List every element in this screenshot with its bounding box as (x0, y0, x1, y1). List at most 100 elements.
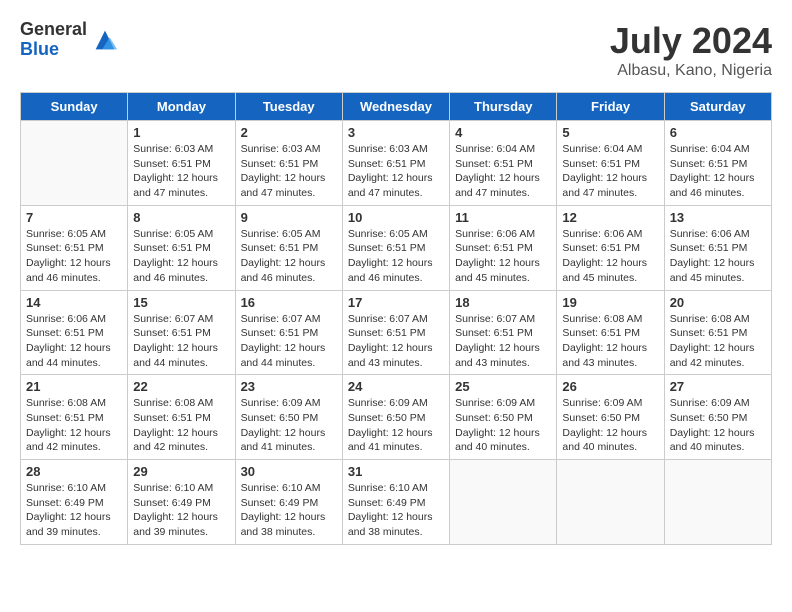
day-number: 9 (241, 210, 337, 225)
calendar-week-row: 7 Sunrise: 6:05 AMSunset: 6:51 PMDaylight… (21, 205, 772, 290)
day-info: Sunrise: 6:05 AMSunset: 6:51 PMDaylight:… (348, 227, 444, 286)
calendar-cell: 16Sunrise: 6:07 AMSunset: 6:51 PMDayligh… (235, 290, 342, 375)
calendar-cell: 31 Sunrise: 6:10 AMSunset: 6:49 PMDayligh… (342, 460, 449, 545)
day-info: Sunrise: 6:08 AMSunset: 6:51 PMDaylight:… (133, 396, 229, 455)
day-number: 13 (670, 210, 766, 225)
calendar-header-thursday: Thursday (450, 93, 557, 121)
calendar-cell (21, 121, 128, 206)
day-info: Sunrise: 6:03 AMSunset: 6:51 PMDaylight:… (241, 142, 337, 201)
day-number: 4 (455, 125, 551, 140)
calendar-cell: 10 Sunrise: 6:05 AMSunset: 6:51 PMDayligh… (342, 205, 449, 290)
calendar-cell: 24 Sunrise: 6:09 AMSunset: 6:50 PMDayligh… (342, 375, 449, 460)
logo: General Blue (20, 20, 119, 60)
day-number: 20 (670, 295, 766, 310)
calendar-cell (450, 460, 557, 545)
day-info: Sunrise: 6:03 AMSunset: 6:51 PMDaylight:… (133, 142, 229, 201)
calendar-week-row: 28Sunrise: 6:10 AMSunset: 6:49 PMDayligh… (21, 460, 772, 545)
calendar-header-row: SundayMondayTuesdayWednesdayThursdayFrid… (21, 93, 772, 121)
day-info: Sunrise: 6:09 AMSunset: 6:50 PMDaylight:… (348, 396, 444, 455)
calendar-cell: 12 Sunrise: 6:06 AMSunset: 6:51 PMDayligh… (557, 205, 664, 290)
calendar-week-row: 21 Sunrise: 6:08 AMSunset: 6:51 PMDayligh… (21, 375, 772, 460)
calendar-cell: 27 Sunrise: 6:09 AMSunset: 6:50 PMDayligh… (664, 375, 771, 460)
logo-general-text: General (20, 20, 87, 40)
day-number: 3 (348, 125, 444, 140)
day-info: Sunrise: 6:06 AMSunset: 6:51 PMDaylight:… (670, 227, 766, 286)
day-info: Sunrise: 6:05 AMSunset: 6:51 PMDaylight:… (26, 227, 122, 286)
day-number: 17 (348, 295, 444, 310)
day-info: Sunrise: 6:08 AMSunset: 6:51 PMDaylight:… (562, 312, 658, 371)
calendar-cell: 4 Sunrise: 6:04 AMSunset: 6:51 PMDaylight… (450, 121, 557, 206)
calendar-cell: 7 Sunrise: 6:05 AMSunset: 6:51 PMDaylight… (21, 205, 128, 290)
day-number: 10 (348, 210, 444, 225)
day-info: Sunrise: 6:10 AMSunset: 6:49 PMDaylight:… (241, 481, 337, 540)
calendar-cell: 26 Sunrise: 6:09 AMSunset: 6:50 PMDayligh… (557, 375, 664, 460)
title-section: July 2024 Albasu, Kano, Nigeria (610, 20, 772, 80)
day-info: Sunrise: 6:08 AMSunset: 6:51 PMDaylight:… (26, 396, 122, 455)
day-number: 14 (26, 295, 122, 310)
day-number: 24 (348, 379, 444, 394)
calendar-cell: 2 Sunrise: 6:03 AMSunset: 6:51 PMDaylight… (235, 121, 342, 206)
day-info: Sunrise: 6:05 AMSunset: 6:51 PMDaylight:… (241, 227, 337, 286)
day-info: Sunrise: 6:09 AMSunset: 6:50 PMDaylight:… (241, 396, 337, 455)
calendar-cell (664, 460, 771, 545)
calendar-cell: 15 Sunrise: 6:07 AMSunset: 6:51 PMDayligh… (128, 290, 235, 375)
day-number: 8 (133, 210, 229, 225)
calendar-header-tuesday: Tuesday (235, 93, 342, 121)
day-number: 1 (133, 125, 229, 140)
day-number: 23 (241, 379, 337, 394)
day-number: 29 (133, 464, 229, 479)
day-number: 27 (670, 379, 766, 394)
day-info: Sunrise: 6:09 AMSunset: 6:50 PMDaylight:… (670, 396, 766, 455)
day-number: 2 (241, 125, 337, 140)
day-number: 6 (670, 125, 766, 140)
day-number: 12 (562, 210, 658, 225)
month-year-title: July 2024 (610, 20, 772, 62)
calendar-header-sunday: Sunday (21, 93, 128, 121)
calendar-cell: 8 Sunrise: 6:05 AMSunset: 6:51 PMDaylight… (128, 205, 235, 290)
day-info: Sunrise: 6:06 AMSunset: 6:51 PMDaylight:… (455, 227, 551, 286)
day-info: Sunrise: 6:06 AMSunset: 6:51 PMDaylight:… (26, 312, 122, 371)
day-info: Sunrise: 6:05 AMSunset: 6:51 PMDaylight:… (133, 227, 229, 286)
calendar-cell: 3 Sunrise: 6:03 AMSunset: 6:51 PMDaylight… (342, 121, 449, 206)
calendar-cell: 6Sunrise: 6:04 AMSunset: 6:51 PMDaylight… (664, 121, 771, 206)
day-number: 18 (455, 295, 551, 310)
calendar-cell: 17 Sunrise: 6:07 AMSunset: 6:51 PMDayligh… (342, 290, 449, 375)
day-number: 21 (26, 379, 122, 394)
day-number: 11 (455, 210, 551, 225)
calendar-cell (557, 460, 664, 545)
day-info: Sunrise: 6:04 AMSunset: 6:51 PMDaylight:… (562, 142, 658, 201)
day-info: Sunrise: 6:07 AMSunset: 6:51 PMDaylight:… (455, 312, 551, 371)
calendar-cell: 22Sunrise: 6:08 AMSunset: 6:51 PMDayligh… (128, 375, 235, 460)
calendar-week-row: 1 Sunrise: 6:03 AMSunset: 6:51 PMDaylight… (21, 121, 772, 206)
day-number: 7 (26, 210, 122, 225)
day-info: Sunrise: 6:07 AMSunset: 6:51 PMDaylight:… (133, 312, 229, 371)
day-number: 25 (455, 379, 551, 394)
calendar-cell: 5Sunrise: 6:04 AMSunset: 6:51 PMDaylight… (557, 121, 664, 206)
day-number: 19 (562, 295, 658, 310)
day-number: 15 (133, 295, 229, 310)
location-text: Albasu, Kano, Nigeria (610, 62, 772, 80)
calendar-table: SundayMondayTuesdayWednesdayThursdayFrid… (20, 92, 772, 545)
day-info: Sunrise: 6:07 AMSunset: 6:51 PMDaylight:… (241, 312, 337, 371)
calendar-cell: 19 Sunrise: 6:08 AMSunset: 6:51 PMDayligh… (557, 290, 664, 375)
day-info: Sunrise: 6:10 AMSunset: 6:49 PMDaylight:… (348, 481, 444, 540)
calendar-cell: 23 Sunrise: 6:09 AMSunset: 6:50 PMDayligh… (235, 375, 342, 460)
day-info: Sunrise: 6:04 AMSunset: 6:51 PMDaylight:… (455, 142, 551, 201)
day-number: 31 (348, 464, 444, 479)
calendar-cell: 9 Sunrise: 6:05 AMSunset: 6:51 PMDaylight… (235, 205, 342, 290)
day-number: 26 (562, 379, 658, 394)
calendar-header-saturday: Saturday (664, 93, 771, 121)
calendar-cell: 1 Sunrise: 6:03 AMSunset: 6:51 PMDaylight… (128, 121, 235, 206)
day-info: Sunrise: 6:03 AMSunset: 6:51 PMDaylight:… (348, 142, 444, 201)
day-info: Sunrise: 6:08 AMSunset: 6:51 PMDaylight:… (670, 312, 766, 371)
day-info: Sunrise: 6:06 AMSunset: 6:51 PMDaylight:… (562, 227, 658, 286)
calendar-cell: 21 Sunrise: 6:08 AMSunset: 6:51 PMDayligh… (21, 375, 128, 460)
day-info: Sunrise: 6:10 AMSunset: 6:49 PMDaylight:… (26, 481, 122, 540)
logo-blue-text: Blue (20, 40, 87, 60)
day-number: 30 (241, 464, 337, 479)
day-info: Sunrise: 6:09 AMSunset: 6:50 PMDaylight:… (562, 396, 658, 455)
calendar-cell: 28Sunrise: 6:10 AMSunset: 6:49 PMDayligh… (21, 460, 128, 545)
logo-icon (91, 26, 119, 54)
day-info: Sunrise: 6:07 AMSunset: 6:51 PMDaylight:… (348, 312, 444, 371)
day-info: Sunrise: 6:09 AMSunset: 6:50 PMDaylight:… (455, 396, 551, 455)
